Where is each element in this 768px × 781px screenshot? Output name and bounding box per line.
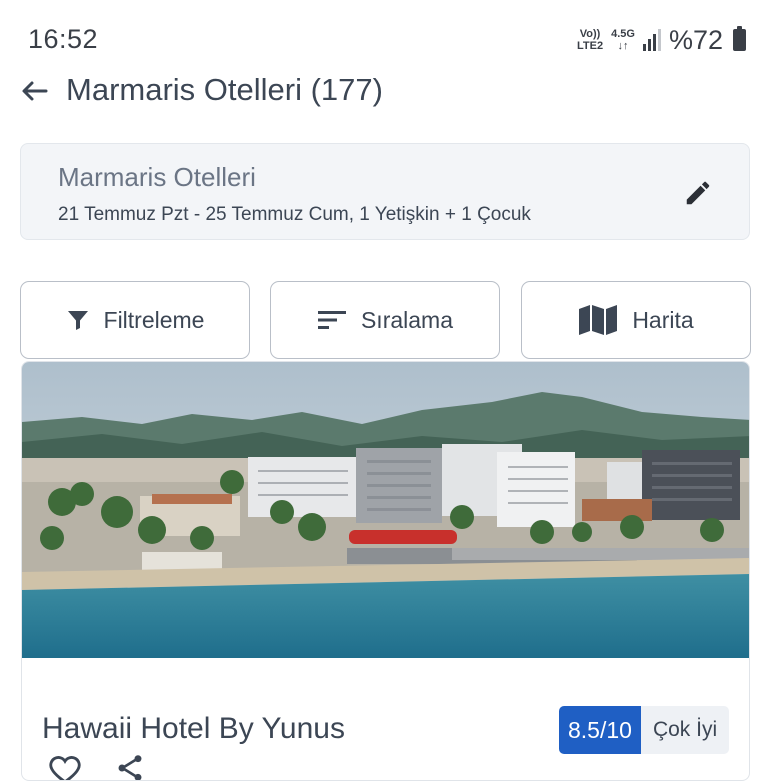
sort-button-label: Sıralama [360,306,454,333]
filter-button-label: Filtreleme [103,306,205,333]
battery-percent: %72 [668,24,723,55]
signal-icon [642,29,661,51]
rating-score: 8.5/10 [559,706,641,754]
network-type-indicator: 4.5G ↓↑ [611,28,635,52]
status-bar: 16:52 Vo)) LTE2 4.5G ↓↑ %72 [0,0,768,70]
share-icon [118,755,142,780]
page-title: Marmaris Otelleri (177) [66,72,383,107]
hotel-card[interactable]: Hawaii Hotel By Yunus 8.5/10 Çok İyi [21,361,750,781]
hotel-name[interactable]: Hawaii Hotel By Yunus [42,712,345,746]
pencil-icon [686,181,710,205]
favorite-button[interactable] [48,752,82,780]
hotel-photo[interactable] [22,362,750,658]
rating-badge: 8.5/10 Çok İyi [559,706,730,754]
volte-indicator: Vo)) LTE2 [577,28,604,52]
edit-search-button[interactable] [683,178,713,208]
map-button-label: Harita [632,306,694,333]
sort-icon [317,311,346,329]
filter-icon [67,311,88,330]
filter-button[interactable]: Filtreleme [20,281,250,359]
destination-label: Marmaris Otelleri [58,162,256,192]
share-button[interactable] [114,752,146,780]
search-details: 21 Temmuz Pzt - 25 Temmuz Cum, 1 Yetişki… [58,204,531,225]
battery-icon [733,26,746,51]
back-button[interactable] [16,74,52,110]
map-button[interactable]: Harita [521,281,751,359]
rating-label: Çok İyi [640,706,730,754]
map-icon [579,305,618,335]
clock: 16:52 [28,24,99,54]
heart-icon [49,756,81,780]
status-icons: Vo)) LTE2 4.5G ↓↑ %72 [577,24,746,56]
sort-button[interactable]: Sıralama [270,281,500,359]
arrow-left-icon [22,81,48,101]
action-bar: Filtreleme Sıralama Harita [20,281,751,359]
search-summary[interactable]: Marmaris Otelleri 21 Temmuz Pzt - 25 Tem… [20,143,750,240]
